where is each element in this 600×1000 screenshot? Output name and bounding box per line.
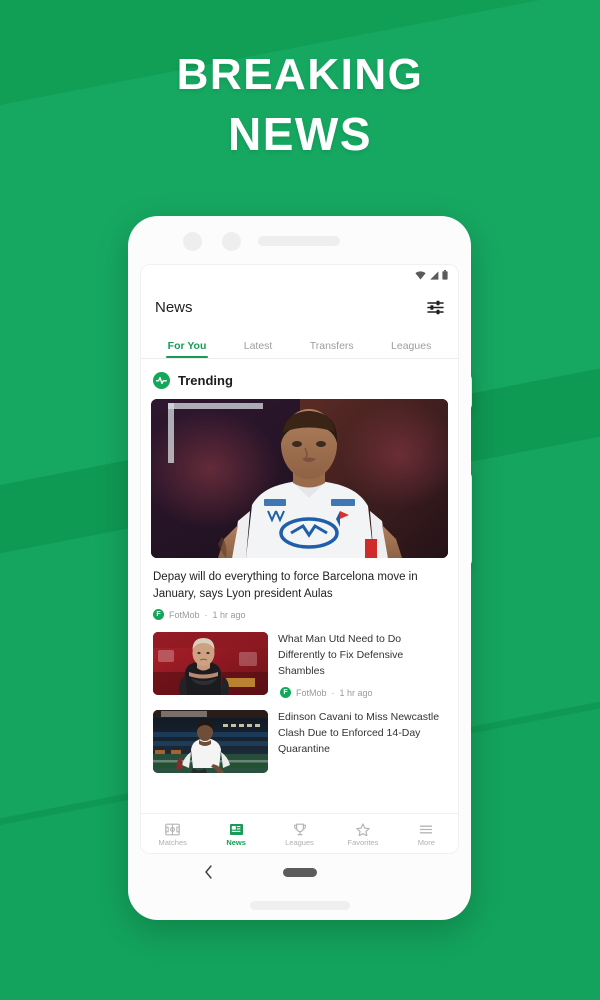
system-navigation-bar <box>140 854 459 890</box>
feature-article-image <box>151 399 448 558</box>
promo-headline-line-2: NEWS <box>228 108 372 161</box>
tab-for-you[interactable]: For You <box>149 340 225 358</box>
article-meta: Edinson Cavani to Miss Newcastle Clash D… <box>278 710 446 773</box>
chevron-left-icon[interactable] <box>204 865 213 879</box>
tab-latest[interactable]: Latest <box>225 340 291 358</box>
wifi-icon <box>415 270 426 280</box>
battery-icon <box>442 270 448 280</box>
phone-bottom-bezel <box>128 890 471 920</box>
article-title: Edinson Cavani to Miss Newcastle Clash D… <box>278 711 440 756</box>
promo-headline-line-1: BREAKING <box>176 50 424 99</box>
news-tabs: For You Latest Transfers Leagues <box>141 329 458 359</box>
fotmob-source-icon: F <box>280 687 291 699</box>
bottom-navigation: Matches News Leagues Favorites More <box>141 813 458 853</box>
nav-label: Leagues <box>285 837 314 847</box>
nav-item-leagues[interactable]: Leagues <box>268 814 331 853</box>
trophy-icon <box>293 823 307 836</box>
trending-pulse-icon <box>153 372 170 389</box>
fotmob-source-icon: F <box>153 609 164 621</box>
trending-label: Trending <box>178 373 233 388</box>
phone-mockup: News For You Latest Transfers Leagues Tr… <box>128 216 471 920</box>
phone-screen: News For You Latest Transfers Leagues Tr… <box>140 264 459 854</box>
nav-item-more[interactable]: More <box>395 814 458 853</box>
earpiece-speaker <box>258 236 340 246</box>
home-pill-indicator[interactable] <box>282 867 317 877</box>
page-title: News <box>155 298 193 316</box>
feature-article-byline: F FotMob · 1 hr ago <box>151 602 448 621</box>
article-icon <box>229 823 244 836</box>
sensor-icon <box>222 232 241 251</box>
article-byline: F FotMob · 1 hr ago <box>278 680 446 699</box>
list-item[interactable]: What Man Utd Need to Do Differently to F… <box>151 620 448 699</box>
nav-item-favorites[interactable]: Favorites <box>331 814 394 853</box>
status-bar <box>141 265 458 285</box>
feature-article-source: FotMob <box>169 609 200 620</box>
promo-headline: BREAKING NEWS <box>0 50 600 161</box>
nav-label: News <box>226 837 246 847</box>
article-title: What Man Utd Need to Do Differently to F… <box>278 633 404 678</box>
app-header: News <box>141 285 458 329</box>
feature-article-card[interactable]: Depay will do everything to force Barcel… <box>151 399 448 621</box>
tab-transfers[interactable]: Transfers <box>291 340 372 358</box>
article-source: FotMob <box>296 687 327 698</box>
nav-label: More <box>417 837 435 847</box>
nav-item-news[interactable]: News <box>204 814 267 853</box>
nav-label: Favorites <box>347 837 379 847</box>
feature-article-time: 1 hr ago <box>212 609 246 620</box>
article-thumbnail <box>153 710 268 774</box>
news-feed: Trending Depay will do everything to for… <box>141 359 458 813</box>
bottom-speaker <box>249 900 350 910</box>
nav-item-matches[interactable]: Matches <box>141 814 204 853</box>
signal-icon <box>429 270 439 280</box>
star-icon <box>356 822 370 836</box>
hamburger-icon <box>419 823 433 836</box>
nav-label: Matches <box>158 837 187 847</box>
pitch-icon <box>165 823 181 836</box>
list-item[interactable]: Edinson Cavani to Miss Newcastle Clash D… <box>151 698 448 774</box>
filter-tune-icon[interactable] <box>427 300 444 315</box>
article-meta: What Man Utd Need to Do Differently to F… <box>278 632 446 699</box>
byline-separator: · <box>204 609 208 620</box>
article-time: 1 hr ago <box>339 687 373 698</box>
trending-section-header: Trending <box>151 359 448 399</box>
tab-leagues[interactable]: Leagues <box>372 340 450 358</box>
feature-article-title: Depay will do everything to force Barcel… <box>153 571 418 600</box>
camera-lens-icon <box>183 232 202 251</box>
byline-separator: · <box>331 687 335 698</box>
phone-top-bezel <box>128 216 471 264</box>
article-thumbnail <box>153 632 268 696</box>
